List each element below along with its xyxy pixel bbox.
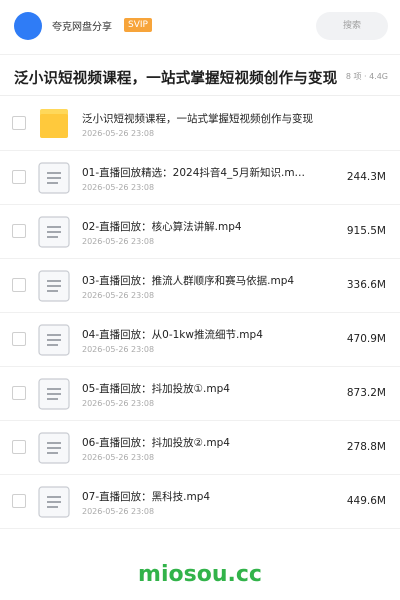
file-size: 915.5M	[346, 225, 386, 237]
file-size: 336.6M	[346, 279, 386, 291]
file-row[interactable]: 07-直播回放：黑科技.mp4 2026-05-26 23:08 449.6M	[0, 475, 400, 529]
row-checkbox[interactable]	[12, 386, 26, 400]
file-name[interactable]: 05-直播回放：抖加投放①.mp4	[82, 381, 318, 396]
file-size: 449.6M	[346, 495, 386, 507]
row-checkbox[interactable]	[12, 278, 26, 292]
document-icon	[38, 486, 70, 518]
document-icon-wrap	[38, 270, 70, 302]
file-row[interactable]: 05-直播回放：抖加投放①.mp4 2026-05-26 23:08 873.2M	[0, 367, 400, 421]
document-icon	[38, 270, 70, 302]
file-date: 2026-05-26 23:08	[82, 399, 155, 408]
row-checkbox[interactable]	[12, 170, 26, 184]
file-name[interactable]: 03-直播回放：推流人群顺序和赛马依据.mp4	[82, 273, 318, 288]
file-size: 470.9M	[346, 333, 386, 345]
app-name: 夸克网盘分享	[52, 22, 112, 33]
avatar[interactable]	[14, 12, 42, 40]
file-row[interactable]: 01-直播回放精选：2024抖音4_5月新知识.m… 2026-05-26 23:…	[0, 151, 400, 205]
folder-icon-wrap	[38, 108, 70, 140]
header: 夸克网盘分享 SVIP	[0, 0, 400, 52]
file-name[interactable]: 01-直播回放精选：2024抖音4_5月新知识.m…	[82, 165, 318, 180]
file-name[interactable]: 06-直播回放：抖加投放②.mp4	[82, 435, 318, 450]
title-bar: 泛小识短视频课程，一站式掌握短视频创作与变现 8 项 · 4.4G	[0, 54, 400, 96]
page-title: 泛小识短视频课程，一站式掌握短视频创作与变现	[14, 71, 338, 87]
document-icon-wrap	[38, 432, 70, 464]
file-date: 2026-05-26 23:08	[82, 453, 155, 462]
document-icon-wrap	[38, 216, 70, 248]
document-icon	[38, 216, 70, 248]
file-date: 2026-05-26 23:08	[82, 345, 155, 354]
file-date: 2026-05-26 23:08	[82, 237, 155, 246]
document-icon-wrap	[38, 324, 70, 356]
file-date: 2026-05-26 23:08	[82, 291, 155, 300]
row-checkbox[interactable]	[12, 332, 26, 346]
document-icon-wrap	[38, 162, 70, 194]
document-icon	[38, 432, 70, 464]
file-size: 873.2M	[346, 387, 386, 399]
file-size: 244.3M	[346, 171, 386, 183]
row-checkbox[interactable]	[12, 116, 26, 130]
file-row[interactable]: 04-直播回放：从0-1kw推流细节.mp4 2026-05-26 23:08 47…	[0, 313, 400, 367]
row-checkbox[interactable]	[12, 224, 26, 238]
file-name[interactable]: 07-直播回放：黑科技.mp4	[82, 489, 318, 504]
folder-icon	[40, 109, 68, 138]
row-checkbox[interactable]	[12, 440, 26, 454]
file-date: 2026-05-26 23:08	[82, 129, 155, 138]
document-icon	[38, 378, 70, 410]
file-date: 2026-05-26 23:08	[82, 183, 155, 192]
document-icon-wrap	[38, 378, 70, 410]
document-icon	[38, 324, 70, 356]
row-checkbox[interactable]	[12, 494, 26, 508]
file-name[interactable]: 04-直播回放：从0-1kw推流细节.mp4	[82, 327, 318, 342]
file-row[interactable]: 02-直播回放：核心算法讲解.mp4 2026-05-26 23:08 915.5M	[0, 205, 400, 259]
file-row[interactable]: 06-直播回放：抖加投放②.mp4 2026-05-26 23:08 278.8M	[0, 421, 400, 475]
svip-badge: SVIP	[124, 18, 152, 32]
file-name[interactable]: 02-直播回放：核心算法讲解.mp4	[82, 219, 318, 234]
item-count-summary: 8 项 · 4.4G	[343, 71, 388, 82]
document-icon	[38, 162, 70, 194]
search-input[interactable]	[316, 12, 388, 40]
document-icon-wrap	[38, 486, 70, 518]
file-name[interactable]: 泛小识短视频课程，一站式掌握短视频创作与变现	[82, 111, 318, 126]
folder-row[interactable]: 泛小识短视频课程，一站式掌握短视频创作与变现 2026-05-26 23:08	[0, 97, 400, 151]
watermark: miosou.cc	[138, 562, 262, 587]
file-size: 278.8M	[346, 441, 386, 453]
file-row[interactable]: 03-直播回放：推流人群顺序和赛马依据.mp4 2026-05-26 23:08 3…	[0, 259, 400, 313]
file-date: 2026-05-26 23:08	[82, 507, 155, 516]
